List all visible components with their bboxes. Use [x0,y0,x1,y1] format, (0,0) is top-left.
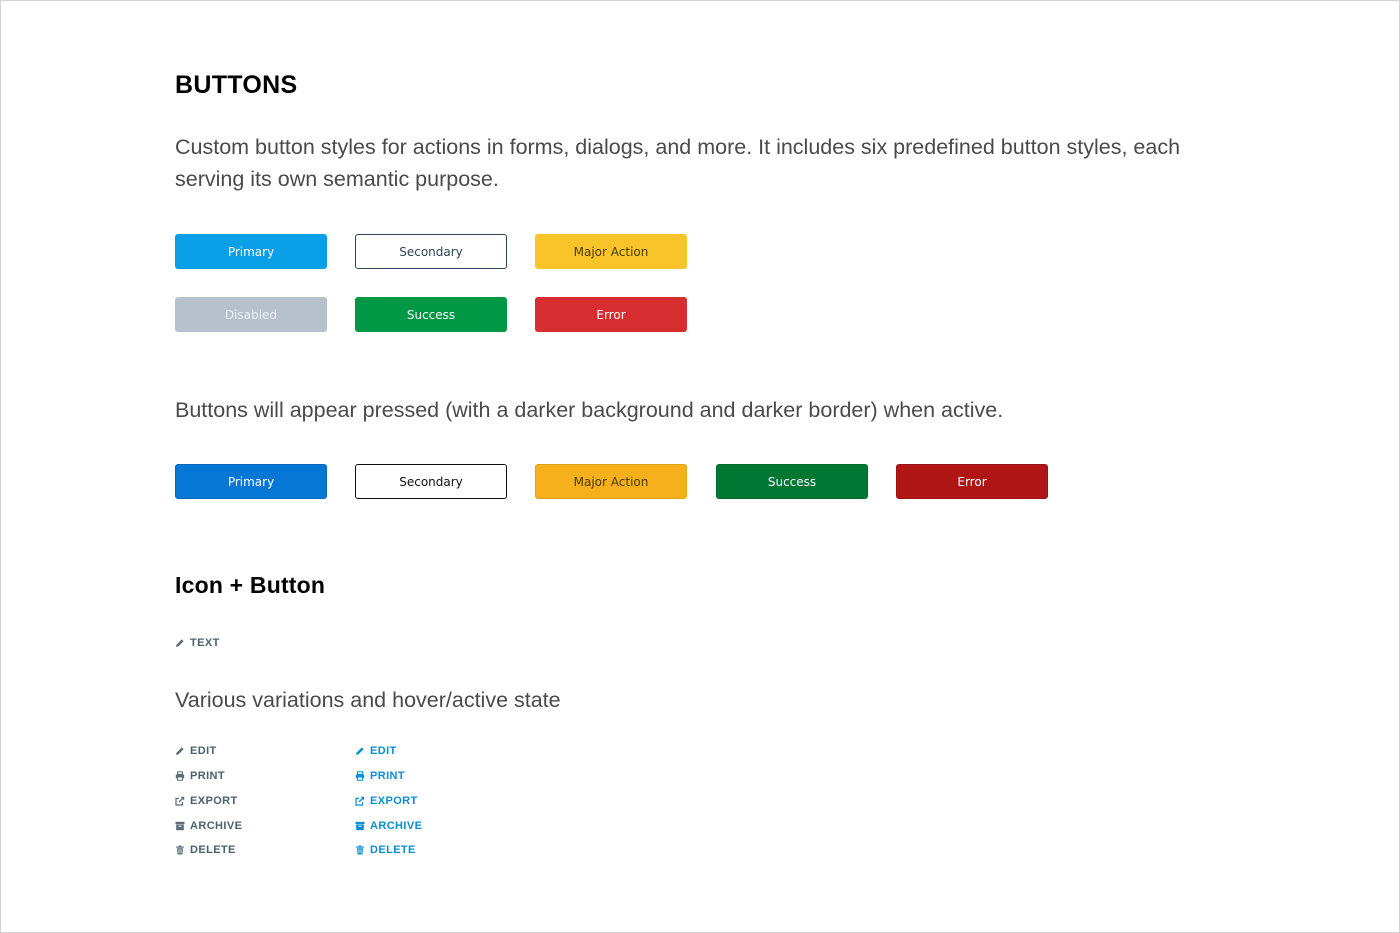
edit-icon-button-active[interactable]: EDIT [355,743,397,759]
edit-icon-button-active-label: EDIT [370,745,397,757]
archive-icon-button-active-label: ARCHIVE [370,820,423,832]
intro-text: Custom button styles for actions in form… [175,135,1181,191]
archive-icon-button[interactable]: ARCHIVE [175,818,242,834]
trash-icon [175,845,185,855]
primary-button-active[interactable]: Primary [175,464,327,499]
text-icon-button[interactable]: TEXT [175,635,220,651]
export-icon-button-active-label: EXPORT [370,795,418,807]
page-frame: BUTTONS Custom button styles for actions… [0,0,1400,933]
pencil-icon [175,746,185,756]
print-icon-button-label: PRINT [190,770,225,782]
export-icon-button[interactable]: EXPORT [175,793,238,809]
export-icon [175,796,185,806]
export-icon-button-label: EXPORT [190,795,238,807]
archive-icon [175,821,185,831]
major-action-button-active[interactable]: Major Action [535,464,687,499]
delete-icon-button-active-label: DELETE [370,844,416,856]
text-icon-button-label: TEXT [190,637,220,649]
secondary-button[interactable]: Secondary [355,234,507,269]
export-icon [355,796,365,806]
icon-button-heading: Icon + Button [175,572,326,598]
print-icon-button[interactable]: PRINT [175,768,225,784]
major-action-button[interactable]: Major Action [535,234,687,269]
disabled-button: Disabled [175,297,327,332]
pencil-icon [175,638,185,648]
pencil-icon [355,746,365,756]
print-icon [175,771,185,781]
print-icon [355,771,365,781]
delete-icon-button[interactable]: DELETE [175,842,236,858]
delete-icon-button-active[interactable]: DELETE [355,842,416,858]
archive-icon [355,821,365,831]
print-icon-button-active[interactable]: PRINT [355,768,405,784]
page-title: BUTTONS [175,71,298,99]
edit-icon-button[interactable]: EDIT [175,743,217,759]
export-icon-button-active[interactable]: EXPORT [355,793,418,809]
secondary-button-active[interactable]: Secondary [355,464,507,499]
delete-icon-button-label: DELETE [190,844,236,856]
success-button-active[interactable]: Success [716,464,868,499]
edit-icon-button-label: EDIT [190,745,217,757]
variations-text: Various variations and hover/active stat… [175,688,561,712]
pressed-state-text: Buttons will appear pressed (with a dark… [175,398,1004,422]
archive-icon-button-active[interactable]: ARCHIVE [355,818,422,834]
error-button-active[interactable]: Error [896,464,1048,499]
error-button[interactable]: Error [535,297,687,332]
trash-icon [355,845,365,855]
success-button[interactable]: Success [355,297,507,332]
archive-icon-button-label: ARCHIVE [190,820,243,832]
print-icon-button-active-label: PRINT [370,770,405,782]
primary-button[interactable]: Primary [175,234,327,269]
